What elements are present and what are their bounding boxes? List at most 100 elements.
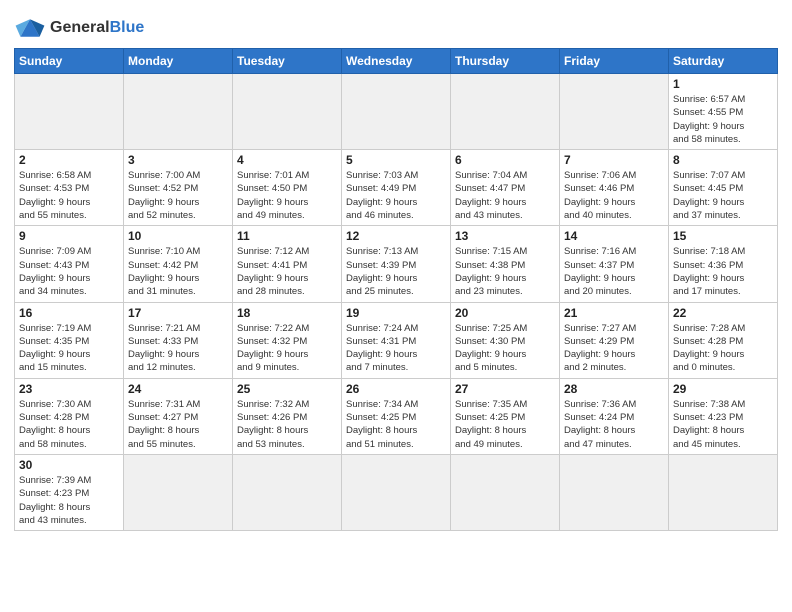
calendar-cell: 15 Sunrise: 7:18 AM Sunset: 4:36 PM Dayli… [669,226,778,302]
calendar-cell: 10 Sunrise: 7:10 AM Sunset: 4:42 PM Dayli… [124,226,233,302]
day-info: Sunrise: 7:30 AM Sunset: 4:28 PM Dayligh… [19,398,119,451]
day-info: Sunrise: 7:10 AM Sunset: 4:42 PM Dayligh… [128,245,228,298]
day-info: Sunrise: 7:28 AM Sunset: 4:28 PM Dayligh… [673,322,773,375]
calendar-cell: 25 Sunrise: 7:32 AM Sunset: 4:26 PM Dayli… [233,378,342,454]
day-info: Sunrise: 7:31 AM Sunset: 4:27 PM Dayligh… [128,398,228,451]
calendar-cell: 9 Sunrise: 7:09 AM Sunset: 4:43 PM Daylig… [15,226,124,302]
calendar-cell [560,454,669,530]
day-number: 10 [128,229,228,243]
calendar-cell: 13 Sunrise: 7:15 AM Sunset: 4:38 PM Dayli… [451,226,560,302]
calendar-cell: 6 Sunrise: 7:04 AM Sunset: 4:47 PM Daylig… [451,150,560,226]
header: GeneralBlue [14,10,778,42]
calendar-cell: 7Sunrise: 7:06 AM Sunset: 4:46 PM Daylig… [560,150,669,226]
day-number: 28 [564,382,664,396]
calendar-cell [451,454,560,530]
logo: GeneralBlue [14,14,144,42]
calendar-cell: 4 Sunrise: 7:01 AM Sunset: 4:50 PM Daylig… [233,150,342,226]
calendar-cell: 14 Sunrise: 7:16 AM Sunset: 4:37 PM Dayli… [560,226,669,302]
calendar-cell: 22 Sunrise: 7:28 AM Sunset: 4:28 PM Dayli… [669,302,778,378]
day-info: Sunrise: 7:09 AM Sunset: 4:43 PM Dayligh… [19,245,119,298]
calendar-cell: 1 Sunrise: 6:57 AM Sunset: 4:55 PM Daylig… [669,74,778,150]
calendar-cell: 2 Sunrise: 6:58 AM Sunset: 4:53 PM Daylig… [15,150,124,226]
weekday-header-monday: Monday [124,49,233,74]
calendar-cell [342,454,451,530]
logo-text: GeneralBlue [50,19,144,37]
day-number: 29 [673,382,773,396]
page: GeneralBlue SundayMondayTuesdayWednesday… [0,0,792,612]
calendar-cell: 27Sunrise: 7:35 AM Sunset: 4:25 PM Dayli… [451,378,560,454]
day-info: Sunrise: 7:03 AM Sunset: 4:49 PM Dayligh… [346,169,446,222]
logo-icon [14,14,46,42]
day-number: 8 [673,153,773,167]
day-info: Sunrise: 7:34 AM Sunset: 4:25 PM Dayligh… [346,398,446,451]
day-number: 13 [455,229,555,243]
week-row-4: 16Sunrise: 7:19 AM Sunset: 4:35 PM Dayli… [15,302,778,378]
weekday-header-friday: Friday [560,49,669,74]
calendar-cell: 11Sunrise: 7:12 AM Sunset: 4:41 PM Dayli… [233,226,342,302]
day-info: Sunrise: 7:12 AM Sunset: 4:41 PM Dayligh… [237,245,337,298]
day-number: 3 [128,153,228,167]
day-number: 1 [673,77,773,91]
day-number: 18 [237,306,337,320]
calendar-cell [124,454,233,530]
day-info: Sunrise: 7:06 AM Sunset: 4:46 PM Dayligh… [564,169,664,222]
day-number: 26 [346,382,446,396]
weekday-header-thursday: Thursday [451,49,560,74]
calendar-cell: 3 Sunrise: 7:00 AM Sunset: 4:52 PM Daylig… [124,150,233,226]
calendar-cell: 5 Sunrise: 7:03 AM Sunset: 4:49 PM Daylig… [342,150,451,226]
calendar-cell: 21Sunrise: 7:27 AM Sunset: 4:29 PM Dayli… [560,302,669,378]
calendar-cell [233,74,342,150]
day-number: 22 [673,306,773,320]
calendar-cell: 30 Sunrise: 7:39 AM Sunset: 4:23 PM Dayli… [15,454,124,530]
calendar-cell: 20 Sunrise: 7:25 AM Sunset: 4:30 PM Dayli… [451,302,560,378]
day-number: 14 [564,229,664,243]
calendar-cell: 16Sunrise: 7:19 AM Sunset: 4:35 PM Dayli… [15,302,124,378]
weekday-header-saturday: Saturday [669,49,778,74]
calendar-cell: 18 Sunrise: 7:22 AM Sunset: 4:32 PM Dayli… [233,302,342,378]
day-number: 20 [455,306,555,320]
day-info: Sunrise: 7:00 AM Sunset: 4:52 PM Dayligh… [128,169,228,222]
calendar-cell [15,74,124,150]
day-info: Sunrise: 6:57 AM Sunset: 4:55 PM Dayligh… [673,93,773,146]
week-row-2: 2 Sunrise: 6:58 AM Sunset: 4:53 PM Daylig… [15,150,778,226]
day-number: 25 [237,382,337,396]
calendar-cell [669,454,778,530]
day-number: 6 [455,153,555,167]
day-info: Sunrise: 7:22 AM Sunset: 4:32 PM Dayligh… [237,322,337,375]
day-info: Sunrise: 7:25 AM Sunset: 4:30 PM Dayligh… [455,322,555,375]
weekday-header-sunday: Sunday [15,49,124,74]
day-number: 2 [19,153,119,167]
day-number: 19 [346,306,446,320]
calendar-cell [560,74,669,150]
day-info: Sunrise: 7:21 AM Sunset: 4:33 PM Dayligh… [128,322,228,375]
day-info: Sunrise: 7:16 AM Sunset: 4:37 PM Dayligh… [564,245,664,298]
calendar-cell: 24 Sunrise: 7:31 AM Sunset: 4:27 PM Dayli… [124,378,233,454]
day-number: 30 [19,458,119,472]
calendar-cell: 29 Sunrise: 7:38 AM Sunset: 4:23 PM Dayli… [669,378,778,454]
day-number: 16 [19,306,119,320]
day-number: 23 [19,382,119,396]
day-number: 15 [673,229,773,243]
day-info: Sunrise: 7:01 AM Sunset: 4:50 PM Dayligh… [237,169,337,222]
calendar-cell [233,454,342,530]
calendar-cell: 12Sunrise: 7:13 AM Sunset: 4:39 PM Dayli… [342,226,451,302]
day-info: Sunrise: 7:32 AM Sunset: 4:26 PM Dayligh… [237,398,337,451]
calendar-cell: 23 Sunrise: 7:30 AM Sunset: 4:28 PM Dayli… [15,378,124,454]
calendar-cell [451,74,560,150]
day-info: Sunrise: 7:38 AM Sunset: 4:23 PM Dayligh… [673,398,773,451]
week-row-6: 30 Sunrise: 7:39 AM Sunset: 4:23 PM Dayli… [15,454,778,530]
day-info: Sunrise: 6:58 AM Sunset: 4:53 PM Dayligh… [19,169,119,222]
day-info: Sunrise: 7:15 AM Sunset: 4:38 PM Dayligh… [455,245,555,298]
day-number: 17 [128,306,228,320]
week-row-3: 9 Sunrise: 7:09 AM Sunset: 4:43 PM Daylig… [15,226,778,302]
calendar-cell: 26 Sunrise: 7:34 AM Sunset: 4:25 PM Dayli… [342,378,451,454]
day-number: 9 [19,229,119,243]
day-info: Sunrise: 7:13 AM Sunset: 4:39 PM Dayligh… [346,245,446,298]
day-info: Sunrise: 7:18 AM Sunset: 4:36 PM Dayligh… [673,245,773,298]
day-number: 5 [346,153,446,167]
day-number: 4 [237,153,337,167]
day-info: Sunrise: 7:04 AM Sunset: 4:47 PM Dayligh… [455,169,555,222]
day-info: Sunrise: 7:39 AM Sunset: 4:23 PM Dayligh… [19,474,119,527]
day-info: Sunrise: 7:35 AM Sunset: 4:25 PM Dayligh… [455,398,555,451]
day-number: 24 [128,382,228,396]
